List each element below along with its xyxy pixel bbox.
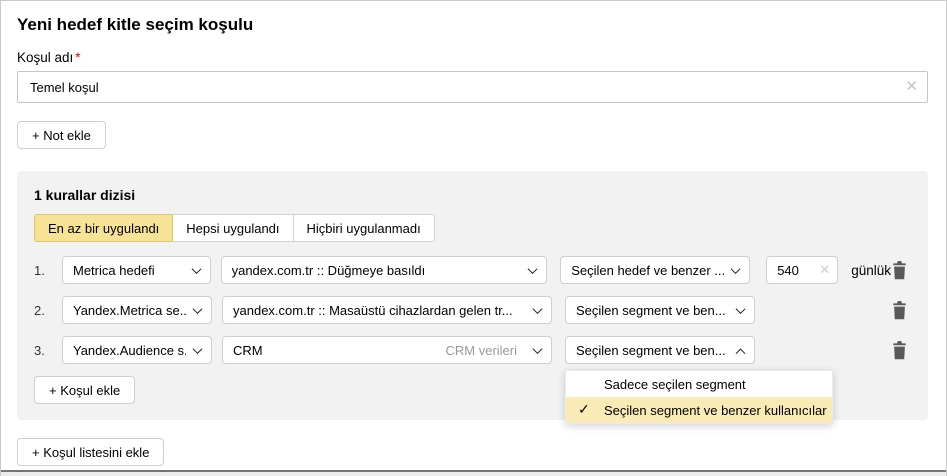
trash-icon — [891, 341, 908, 360]
rules-panel-title: 1 kurallar dizisi — [34, 187, 912, 203]
rule-row-2: 2. Yandex.Metrica se... yandex.com.tr ::… — [34, 296, 912, 324]
rule1-type-select[interactable]: Metrica hedefi — [62, 256, 211, 284]
delete-rule3-button[interactable] — [891, 341, 908, 360]
add-condition-list-button[interactable]: + Koşul listesini ekle — [17, 438, 164, 466]
rule2-type-select[interactable]: Yandex.Metrica se... — [62, 296, 212, 324]
rule-number: 2. — [34, 303, 58, 318]
chevron-down-icon — [528, 264, 538, 274]
window-bottom-edge — [1, 470, 946, 476]
rule-logic-tabs: En az bir uygulandı Hepsi uygulandı Hiçb… — [34, 214, 912, 242]
new-audience-condition-dialog: Yeni hedef kitle seçim koşulu Koşul adı*… — [0, 0, 947, 476]
page-title: Yeni hedef kitle seçim koşulu — [17, 15, 928, 35]
rule-row-3: 3. Yandex.Audience s... CRM CRM verileri… — [34, 336, 912, 364]
tab-at-least-one-applied[interactable]: En az bir uygulandı — [34, 214, 173, 242]
period-unit-label: günlük — [851, 263, 891, 278]
segment-category-hint: CRM verileri — [446, 343, 518, 358]
trash-icon — [891, 301, 908, 320]
chevron-down-icon — [731, 264, 741, 274]
rule-number: 1. — [34, 263, 58, 278]
condition-name-input[interactable] — [17, 71, 928, 103]
clear-input-icon[interactable]: ✕ — [905, 77, 918, 95]
chevron-down-icon — [193, 304, 203, 314]
chevron-down-icon — [736, 304, 746, 314]
delete-rule1-button[interactable] — [891, 261, 908, 280]
rule3-type-select[interactable]: Yandex.Audience s... — [62, 336, 212, 364]
menu-item-segment-and-similar-users[interactable]: ✓ Seçilen segment ve benzer kullanıcılar — [566, 397, 832, 423]
rule1-audience-select[interactable]: Seçilen hedef ve benzer ... — [560, 256, 750, 284]
delete-rule2-button[interactable] — [891, 301, 908, 320]
audience-dropdown-menu: Sadece seçilen segment ✓ Seçilen segment… — [565, 370, 833, 424]
rule3-audience-select[interactable]: Seçilen segment ve ben... — [565, 336, 755, 364]
rule2-audience-select[interactable]: Seçilen segment ve ben... — [565, 296, 755, 324]
tab-none-applied[interactable]: Hiçbiri uygulanmadı — [293, 214, 435, 242]
add-rule-button[interactable]: + Koşul ekle — [34, 376, 135, 404]
rule2-segment-select[interactable]: yandex.com.tr :: Masaüstü cihazlardan ge… — [222, 296, 552, 324]
rules-panel: 1 kurallar dizisi En az bir uygulandı He… — [17, 171, 928, 420]
rule-number: 3. — [34, 343, 58, 358]
add-note-button[interactable]: + Not ekle — [17, 121, 106, 149]
rule-row-1: 1. Metrica hedefi yandex.com.tr :: Düğme… — [34, 256, 912, 284]
chevron-down-icon — [533, 344, 543, 354]
required-asterisk: * — [75, 50, 80, 65]
rule1-goal-select[interactable]: yandex.com.tr :: Düğmeye basıldı — [221, 256, 548, 284]
chevron-down-icon — [533, 304, 543, 314]
chevron-up-icon — [736, 348, 746, 358]
menu-item-selected-segment-only[interactable]: Sadece seçilen segment — [566, 371, 832, 397]
rule3-segment-select[interactable]: CRM CRM verileri — [222, 336, 552, 364]
chevron-down-icon — [191, 264, 201, 274]
condition-name-label: Koşul adı* — [17, 50, 928, 65]
tab-all-applied[interactable]: Hepsi uygulandı — [172, 214, 293, 242]
check-icon: ✓ — [578, 401, 590, 418]
chevron-down-icon — [193, 344, 203, 354]
clear-period-icon[interactable]: ✕ — [819, 262, 830, 278]
trash-icon — [891, 261, 908, 280]
